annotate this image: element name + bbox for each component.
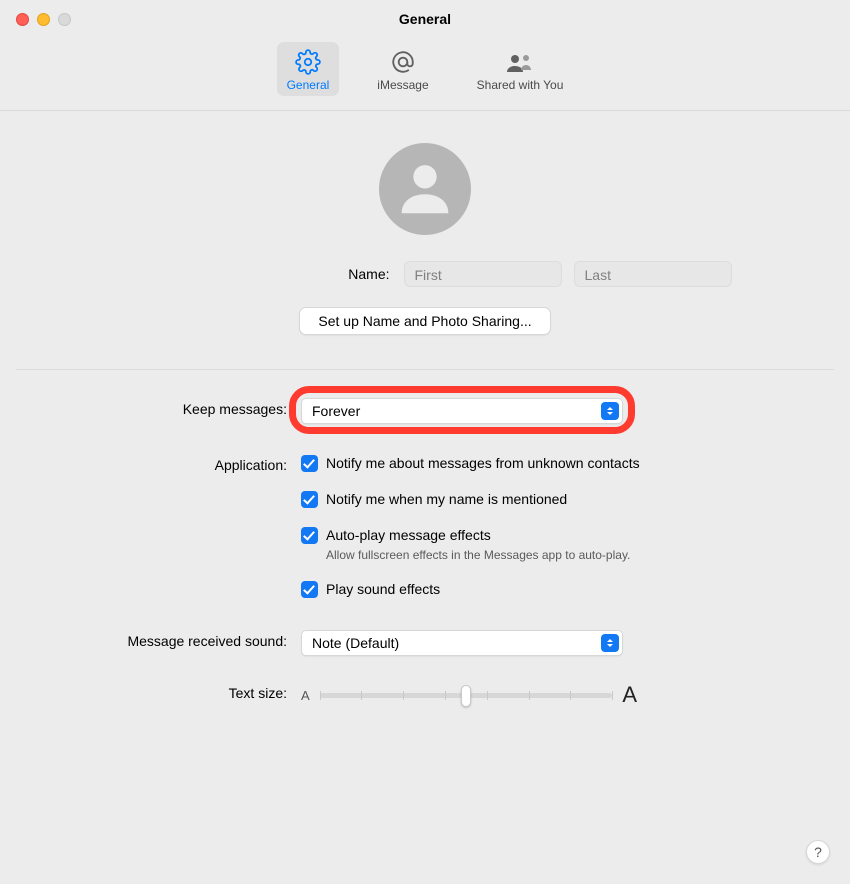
shared-with-you-icon bbox=[505, 48, 535, 76]
text-size-label: Text size: bbox=[16, 682, 301, 708]
divider bbox=[16, 369, 834, 370]
autoplay-effects-sublabel: Allow fullscreen effects in the Messages… bbox=[326, 548, 630, 562]
text-size-slider[interactable] bbox=[320, 693, 613, 698]
person-icon bbox=[390, 152, 460, 227]
keep-messages-label: Keep messages: bbox=[16, 398, 301, 424]
play-sound-effects-label: Play sound effects bbox=[326, 580, 440, 598]
received-sound-label: Message received sound: bbox=[16, 630, 301, 656]
text-size-min-icon: A bbox=[301, 688, 310, 703]
notify-mention-checkbox[interactable] bbox=[301, 491, 318, 508]
select-value: Forever bbox=[312, 403, 360, 419]
tab-general[interactable]: General bbox=[277, 42, 340, 96]
play-sound-effects-checkbox[interactable] bbox=[301, 581, 318, 598]
chevron-updown-icon bbox=[601, 634, 619, 652]
chevron-updown-icon bbox=[601, 402, 619, 420]
window-title: General bbox=[0, 11, 850, 27]
autoplay-effects-checkbox[interactable] bbox=[301, 527, 318, 544]
notify-unknown-label: Notify me about messages from unknown co… bbox=[326, 454, 640, 472]
tab-shared-with-you[interactable]: Shared with You bbox=[467, 42, 574, 96]
received-sound-select[interactable]: Note (Default) bbox=[301, 630, 623, 656]
keep-messages-select[interactable]: Forever bbox=[301, 398, 623, 424]
setup-name-photo-button[interactable]: Set up Name and Photo Sharing... bbox=[299, 307, 550, 335]
tab-label: Shared with You bbox=[477, 78, 564, 92]
help-button[interactable]: ? bbox=[806, 840, 830, 864]
first-name-input[interactable]: First bbox=[404, 261, 562, 287]
at-icon bbox=[390, 48, 416, 76]
slider-thumb[interactable] bbox=[461, 685, 471, 707]
gear-icon bbox=[295, 48, 321, 76]
notify-unknown-checkbox[interactable] bbox=[301, 455, 318, 472]
autoplay-effects-label: Auto-play message effects bbox=[326, 526, 630, 544]
last-name-input[interactable]: Last bbox=[574, 261, 732, 287]
name-label: Name: bbox=[119, 266, 404, 282]
tab-label: iMessage bbox=[377, 78, 428, 92]
tab-imessage[interactable]: iMessage bbox=[367, 42, 438, 96]
avatar[interactable] bbox=[379, 143, 471, 235]
select-value: Note (Default) bbox=[312, 635, 399, 651]
notify-mention-label: Notify me when my name is mentioned bbox=[326, 490, 567, 508]
content-area: Name: First Last Set up Name and Photo S… bbox=[0, 111, 850, 708]
text-size-max-icon: A bbox=[622, 682, 637, 708]
application-label: Application: bbox=[16, 454, 301, 616]
tab-label: General bbox=[287, 78, 330, 92]
titlebar: General bbox=[0, 0, 850, 38]
preferences-toolbar: General iMessage Shared with You bbox=[0, 38, 850, 111]
